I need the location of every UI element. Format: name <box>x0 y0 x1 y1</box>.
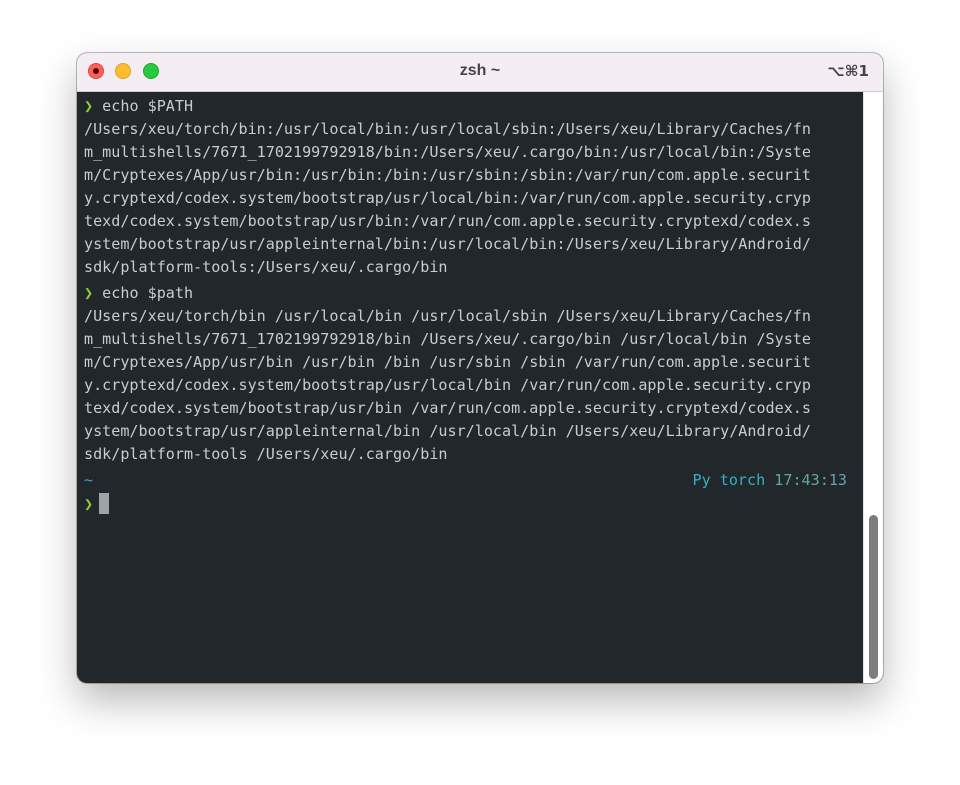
input-line[interactable]: ❯ <box>84 493 110 516</box>
prompt-symbol: ❯ <box>84 495 94 513</box>
output-line: m_multishells/7671_1702199792918/bin:/Us… <box>84 143 811 161</box>
output-line: m/Cryptexes/App/usr/bin:/usr/bin:/bin:/u… <box>84 166 811 184</box>
prompt-symbol: ❯ <box>84 97 94 115</box>
output-line: texd/codex.system/bootstrap/usr/bin:/var… <box>84 212 811 230</box>
command-line: ❯ echo $path <box>84 282 193 305</box>
output-line: texd/codex.system/bootstrap/usr/bin /var… <box>84 399 811 417</box>
output-line: ystem/bootstrap/usr/appleinternal/bin /u… <box>84 422 811 440</box>
python-env-label: Py torch <box>692 471 766 489</box>
current-directory: ~ <box>84 471 94 489</box>
text-cursor <box>99 493 110 514</box>
window-title: zsh ~ <box>459 62 501 79</box>
command-line: ❯ echo $PATH <box>84 95 193 118</box>
command-text: echo $path <box>93 284 194 302</box>
output-line: /Users/xeu/torch/bin:/usr/local/bin:/usr… <box>84 120 811 138</box>
output-line: m_multishells/7671_1702199792918/bin /Us… <box>84 330 811 348</box>
title-bar[interactable]: zsh ~ ⌥⌘1 <box>77 53 883 92</box>
output-line: y.cryptexd/codex.system/bootstrap/usr/lo… <box>84 189 811 207</box>
output-line: sdk/platform-tools:/Users/xeu/.cargo/bin <box>84 258 448 276</box>
output-line: /Users/xeu/torch/bin /usr/local/bin /usr… <box>84 307 811 325</box>
output-line: ystem/bootstrap/usr/appleinternal/bin:/u… <box>84 235 811 253</box>
terminal-output[interactable]: ❯ echo $PATH /Users/xeu/torch/bin:/usr/l… <box>77 92 863 683</box>
window-shortcut: ⌥⌘1 <box>827 62 869 80</box>
scrollbar-thumb[interactable] <box>869 515 878 679</box>
clock-time: 17:43:13 <box>774 471 847 489</box>
status-segment: Py torch 17:43:13 <box>693 469 848 492</box>
output-line: y.cryptexd/codex.system/bootstrap/usr/lo… <box>84 376 811 394</box>
terminal-window: zsh ~ ⌥⌘1 ❯ echo $PATH /Users/xeu/torch/… <box>77 53 883 683</box>
prompt-symbol: ❯ <box>84 284 94 302</box>
output-line: m/Cryptexes/App/usr/bin /usr/bin /bin /u… <box>84 353 811 371</box>
command-text: echo $PATH <box>93 97 194 115</box>
output-line: sdk/platform-tools /Users/xeu/.cargo/bin <box>84 445 448 463</box>
scrollbar[interactable] <box>863 92 883 683</box>
